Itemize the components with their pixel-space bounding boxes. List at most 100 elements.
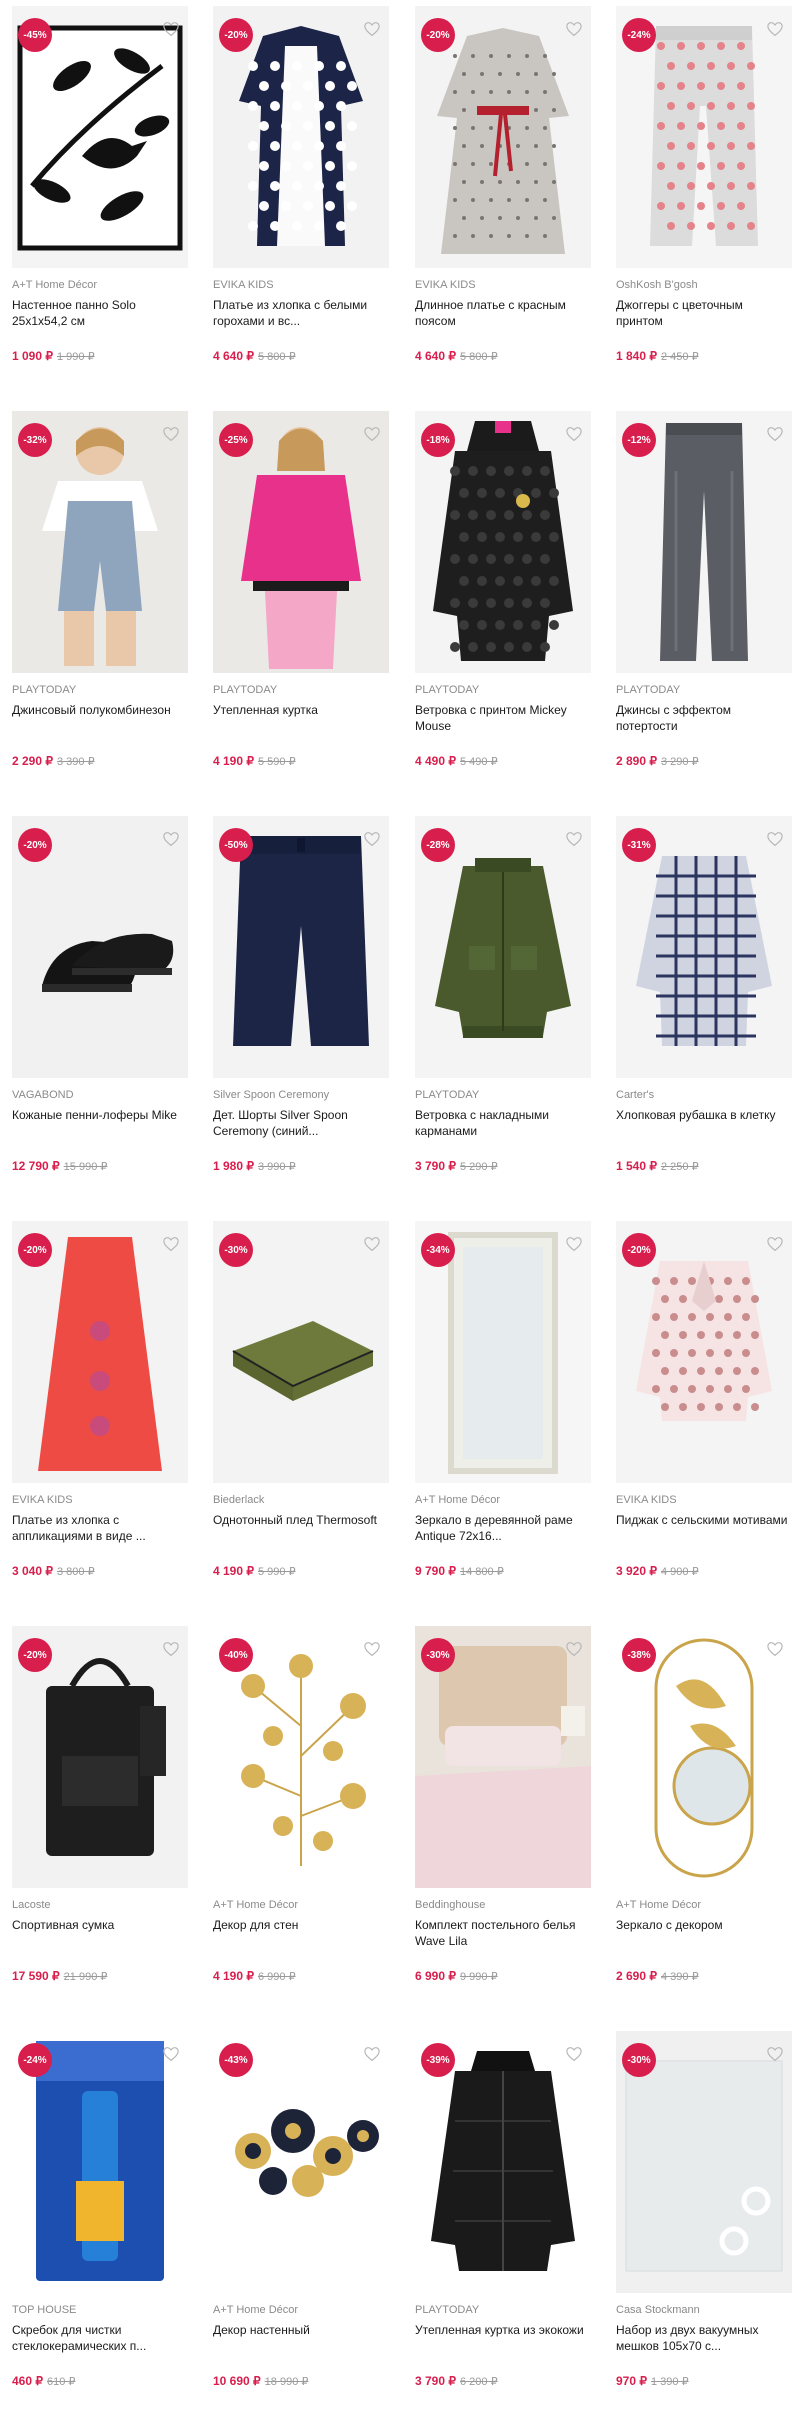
product-brand[interactable]: PLAYTODAY: [415, 2304, 591, 2316]
product-brand[interactable]: A+T Home Décor: [213, 1899, 389, 1911]
product-brand[interactable]: VAGABOND: [12, 1089, 188, 1101]
product-brand[interactable]: Silver Spoon Ceremony: [213, 1089, 389, 1101]
product-image[interactable]: -40%: [213, 1626, 389, 1888]
product-title[interactable]: Спортивная сумка: [12, 1917, 188, 1933]
product-brand[interactable]: PLAYTODAY: [415, 1089, 591, 1101]
product-brand[interactable]: EVIKA KIDS: [616, 1494, 792, 1506]
product-title[interactable]: Джинсы с эффектом потертости: [616, 702, 792, 734]
product-title[interactable]: Джинсовый полукомбинезон: [12, 702, 188, 718]
product-image[interactable]: -20%: [12, 816, 188, 1078]
product-brand[interactable]: Casa Stockmann: [616, 2304, 792, 2316]
product-image[interactable]: -30%: [616, 2031, 792, 2293]
heart-outline-icon[interactable]: [361, 2043, 383, 2065]
heart-outline-icon[interactable]: [361, 18, 383, 40]
product-brand[interactable]: EVIKA KIDS: [415, 279, 591, 291]
product-image[interactable]: -25%: [213, 411, 389, 673]
product-title[interactable]: Утепленная куртка из экокожи: [415, 2322, 591, 2338]
product-brand[interactable]: Carter's: [616, 1089, 792, 1101]
product-image[interactable]: -43%: [213, 2031, 389, 2293]
heart-outline-icon[interactable]: [764, 18, 786, 40]
heart-outline-icon[interactable]: [160, 1638, 182, 1660]
product-title[interactable]: Однотонный плед Thermosoft: [213, 1512, 389, 1528]
product-title[interactable]: Ветровка с принтом Mickey Mouse: [415, 702, 591, 734]
product-card[interactable]: -39% PLAYTODAY Утепленная куртка из экок…: [415, 2025, 591, 2421]
product-title[interactable]: Платье из хлопка с белыми горохами и вс.…: [213, 297, 389, 329]
heart-outline-icon[interactable]: [563, 1638, 585, 1660]
product-image[interactable]: -45%: [12, 6, 188, 268]
product-title[interactable]: Пиджак с сельскими мотивами: [616, 1512, 792, 1528]
heart-outline-icon[interactable]: [563, 1233, 585, 1255]
product-image[interactable]: -31%: [616, 816, 792, 1078]
product-card[interactable]: -31% Carter's Хлопковая рубашка в клетку…: [616, 810, 792, 1206]
product-image[interactable]: -20%: [415, 6, 591, 268]
product-title[interactable]: Длинное платье с красным поясом: [415, 297, 591, 329]
heart-outline-icon[interactable]: [764, 1233, 786, 1255]
product-image[interactable]: -34%: [415, 1221, 591, 1483]
product-brand[interactable]: Biederlack: [213, 1494, 389, 1506]
product-title[interactable]: Ветровка с накладными карманами: [415, 1107, 591, 1139]
product-card[interactable]: -20% EVIKA KIDS Платье из хлопка с белым…: [213, 0, 389, 396]
product-card[interactable]: -30% Casa Stockmann Набор из двух вакуум…: [616, 2025, 792, 2421]
product-title[interactable]: Хлопковая рубашка в клетку: [616, 1107, 792, 1123]
product-brand[interactable]: PLAYTODAY: [12, 684, 188, 696]
product-title[interactable]: Утепленная куртка: [213, 702, 389, 718]
product-card[interactable]: -30% Beddinghouse Комплект постельного б…: [415, 1620, 591, 2016]
product-card[interactable]: -45% A+T Home Décor Настенное панно Solo…: [12, 0, 188, 396]
product-title[interactable]: Кожаные пенни-лоферы Mike: [12, 1107, 188, 1123]
product-card[interactable]: -20% EVIKA KIDS Платье из хлопка с аппли…: [12, 1215, 188, 1611]
heart-outline-icon[interactable]: [160, 1233, 182, 1255]
heart-outline-icon[interactable]: [563, 423, 585, 445]
product-card[interactable]: -40% A+T Home Décor Декор для стен 4 190…: [213, 1620, 389, 2016]
heart-outline-icon[interactable]: [563, 2043, 585, 2065]
product-card[interactable]: -24% OshKosh B'gosh Джоггеры с цветочным…: [616, 0, 792, 396]
product-brand[interactable]: A+T Home Décor: [415, 1494, 591, 1506]
heart-outline-icon[interactable]: [361, 828, 383, 850]
heart-outline-icon[interactable]: [160, 18, 182, 40]
product-image[interactable]: -32%: [12, 411, 188, 673]
product-card[interactable]: -32% PLAYTODAY Джинсовый полукомбинезон …: [12, 405, 188, 801]
heart-outline-icon[interactable]: [764, 1638, 786, 1660]
product-brand[interactable]: PLAYTODAY: [616, 684, 792, 696]
product-image[interactable]: -20%: [12, 1221, 188, 1483]
product-brand[interactable]: EVIKA KIDS: [213, 279, 389, 291]
product-image[interactable]: -20%: [616, 1221, 792, 1483]
product-title[interactable]: Набор из двух вакуумных мешков 105х70 с.…: [616, 2322, 792, 2354]
product-image[interactable]: -20%: [213, 6, 389, 268]
product-card[interactable]: -25% PLAYTODAY Утепленная куртка 4 190 ₽…: [213, 405, 389, 801]
product-title[interactable]: Скребок для чистки стеклокерамических п.…: [12, 2322, 188, 2354]
heart-outline-icon[interactable]: [361, 423, 383, 445]
product-image[interactable]: -38%: [616, 1626, 792, 1888]
product-title[interactable]: Декор настенный: [213, 2322, 389, 2338]
product-image[interactable]: -24%: [12, 2031, 188, 2293]
product-title[interactable]: Джоггеры с цветочным принтом: [616, 297, 792, 329]
product-image[interactable]: -20%: [12, 1626, 188, 1888]
product-card[interactable]: -24% TOP HOUSE Скребок для чистки стекло…: [12, 2025, 188, 2421]
heart-outline-icon[interactable]: [764, 828, 786, 850]
product-title[interactable]: Дет. Шорты Silver Spoon Ceremony (синий.…: [213, 1107, 389, 1139]
product-image[interactable]: -18%: [415, 411, 591, 673]
product-brand[interactable]: A+T Home Décor: [12, 279, 188, 291]
product-image[interactable]: -12%: [616, 411, 792, 673]
product-brand[interactable]: Lacoste: [12, 1899, 188, 1911]
heart-outline-icon[interactable]: [764, 2043, 786, 2065]
heart-outline-icon[interactable]: [160, 828, 182, 850]
product-brand[interactable]: A+T Home Décor: [213, 2304, 389, 2316]
product-image[interactable]: -50%: [213, 816, 389, 1078]
heart-outline-icon[interactable]: [563, 828, 585, 850]
heart-outline-icon[interactable]: [764, 423, 786, 445]
heart-outline-icon[interactable]: [160, 2043, 182, 2065]
product-card[interactable]: -30% Biederlack Однотонный плед Thermoso…: [213, 1215, 389, 1611]
product-card[interactable]: -20% EVIKA KIDS Длинное платье с красным…: [415, 0, 591, 396]
product-image[interactable]: -30%: [213, 1221, 389, 1483]
product-brand[interactable]: Beddinghouse: [415, 1899, 591, 1911]
product-card[interactable]: -18% PLAYTODAY Ветровка с принтом Mickey…: [415, 405, 591, 801]
product-title[interactable]: Зеркало в деревянной раме Antique 72х16.…: [415, 1512, 591, 1544]
product-brand[interactable]: A+T Home Décor: [616, 1899, 792, 1911]
product-card[interactable]: -50% Silver Spoon Ceremony Дет. Шорты Si…: [213, 810, 389, 1206]
product-image[interactable]: -39%: [415, 2031, 591, 2293]
product-card[interactable]: -20% Lacoste Спортивная сумка 17 590 ₽21…: [12, 1620, 188, 2016]
product-card[interactable]: -43% A+T Home Décor Декор настенный 10 6…: [213, 2025, 389, 2421]
product-title[interactable]: Зеркало с декором: [616, 1917, 792, 1933]
product-card[interactable]: -20% VAGABOND Кожаные пенни-лоферы Mike …: [12, 810, 188, 1206]
product-title[interactable]: Декор для стен: [213, 1917, 389, 1933]
